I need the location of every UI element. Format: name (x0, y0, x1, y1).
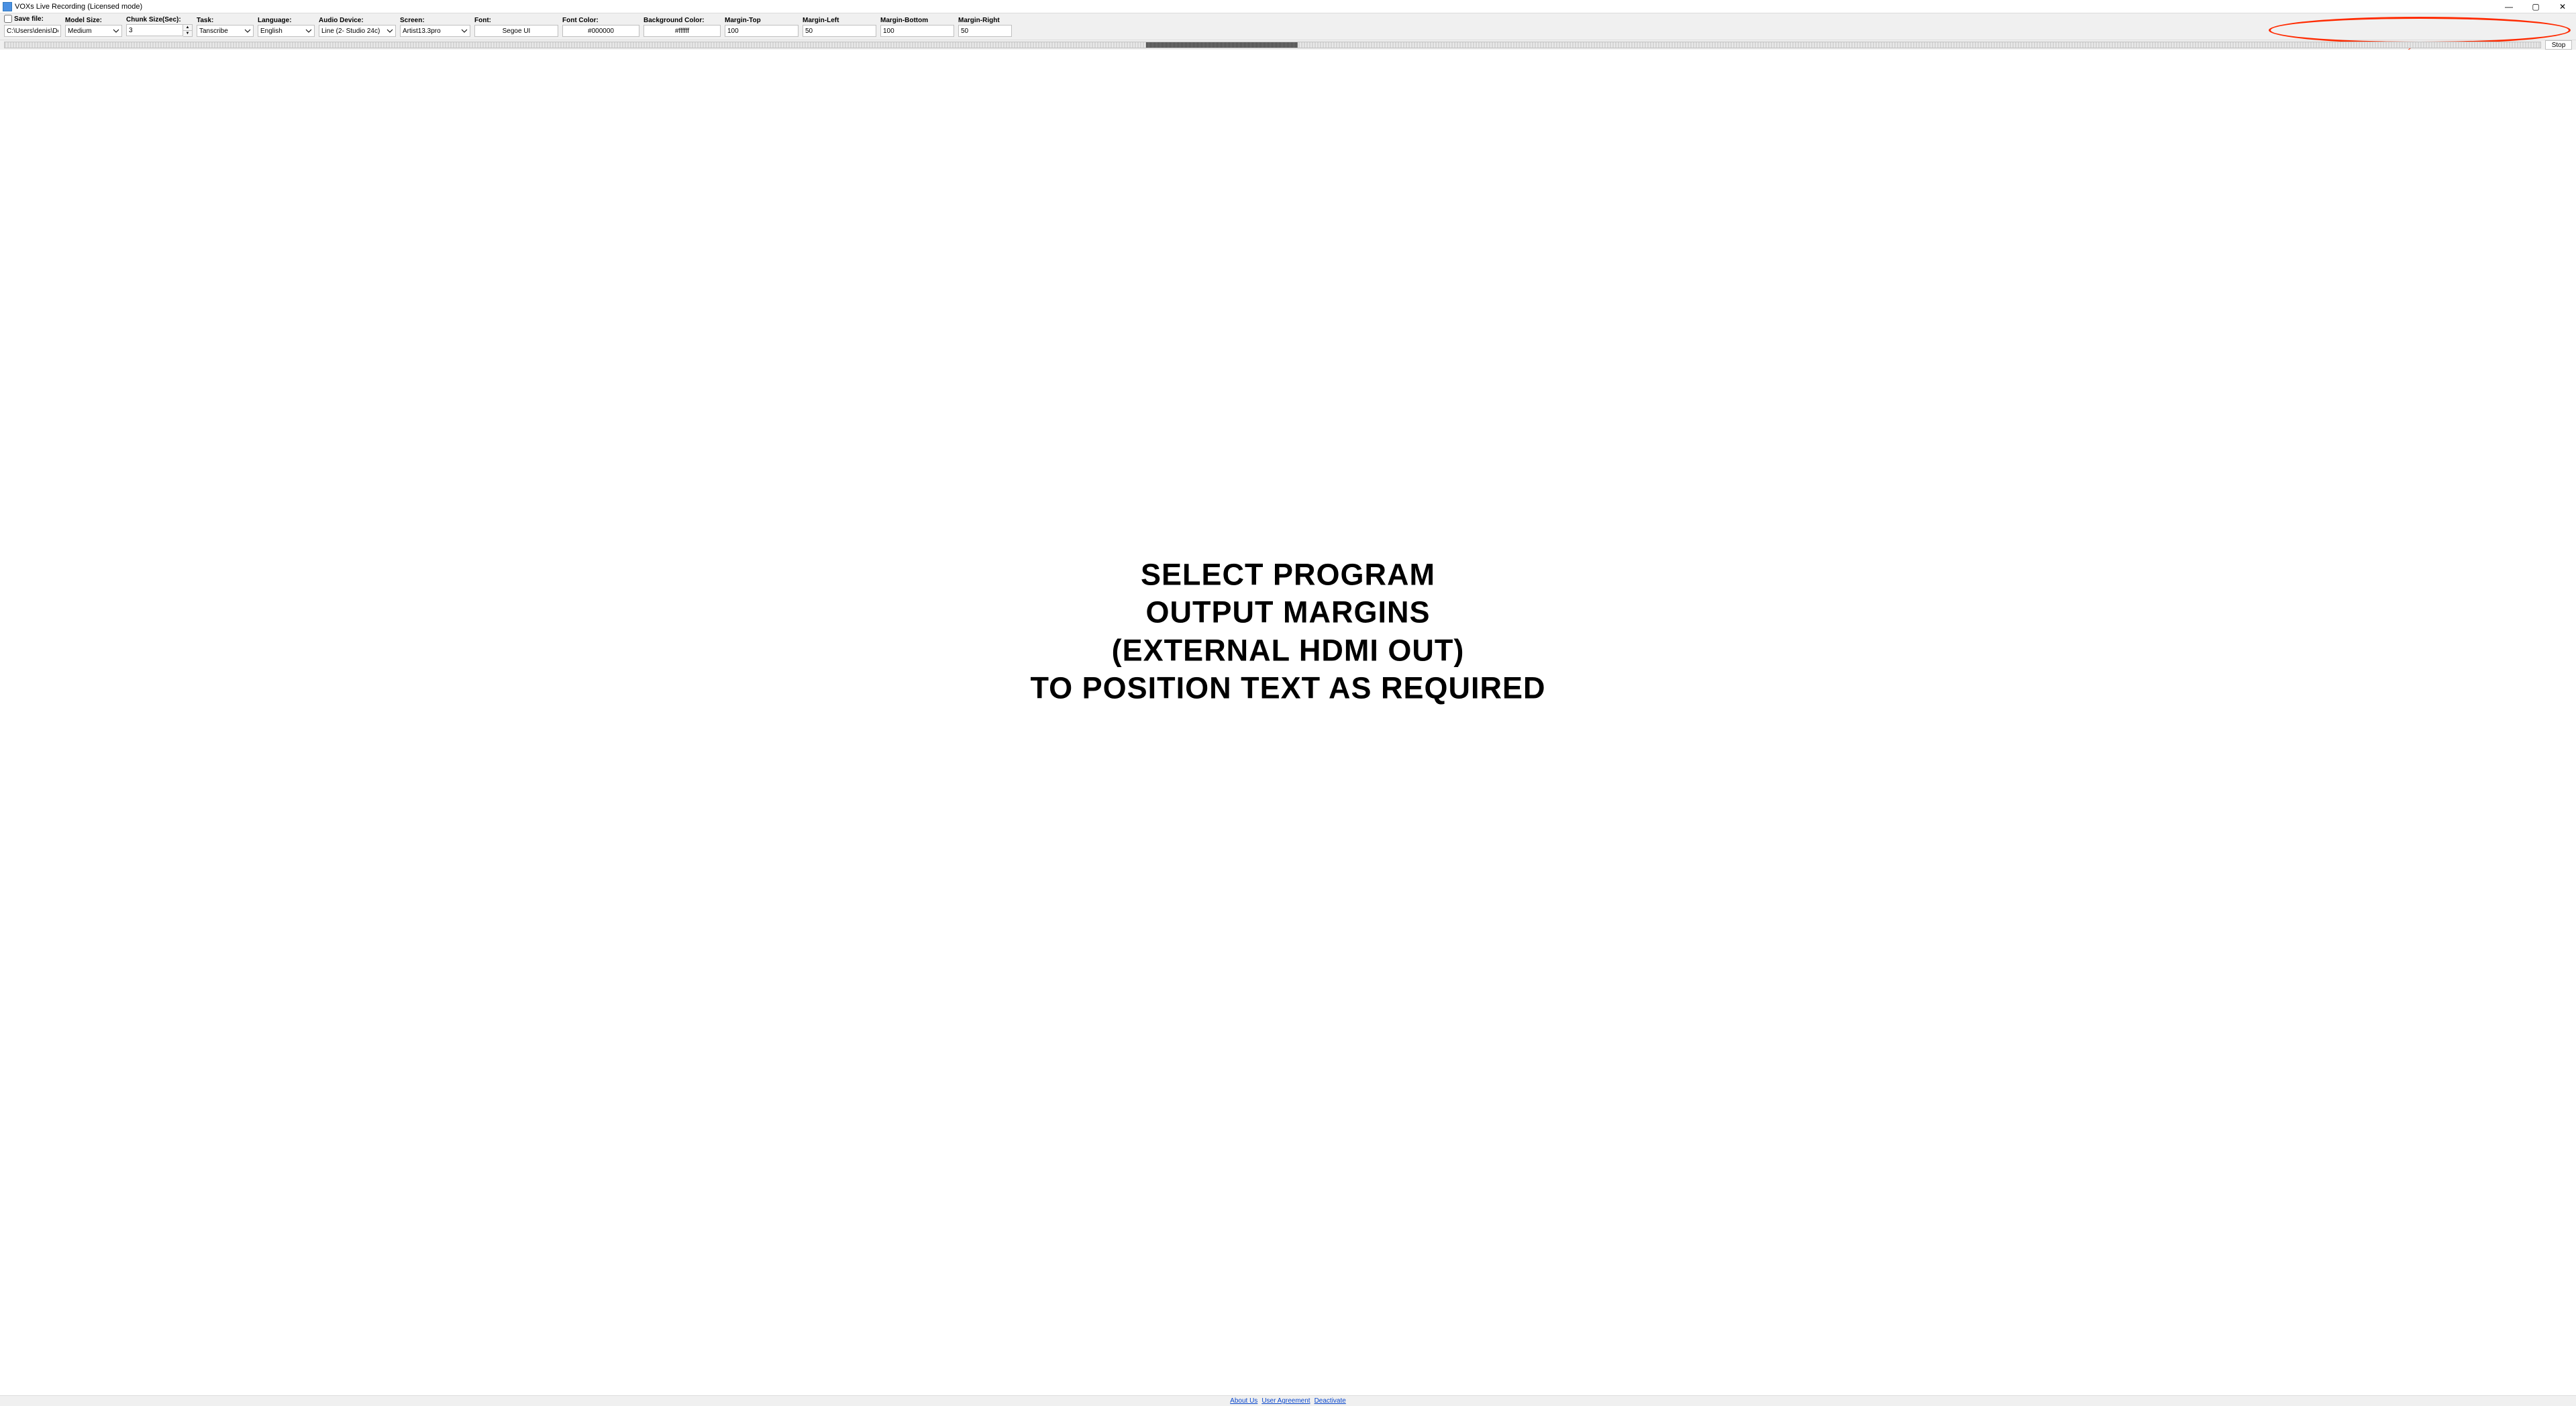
chunk-size-label: Chunk Size(Sec): (126, 16, 193, 23)
margin-left-field: Margin-Left (803, 17, 876, 37)
annotation-line-4: TO POSITION TEXT AS REQUIRED (1030, 669, 1545, 707)
background-color-input[interactable] (643, 25, 721, 37)
save-file-label: Save file: (14, 15, 44, 23)
language-select[interactable]: English (258, 25, 315, 37)
task-label: Task: (197, 17, 254, 24)
background-color-label: Background Color: (643, 17, 721, 24)
minimize-button[interactable]: — (2495, 0, 2522, 13)
language-field: Language: English (258, 17, 315, 37)
margin-top-label: Margin-Top (725, 17, 798, 24)
chunk-size-field: Chunk Size(Sec): ▲▼ (126, 16, 193, 37)
about-link[interactable]: About Us (1230, 1397, 1257, 1405)
close-button[interactable]: ✕ (2549, 0, 2576, 13)
audio-device-select[interactable]: Line (2- Studio 24c) (319, 25, 396, 37)
window-title: VOXs Live Recording (Licensed mode) (15, 3, 142, 11)
progress-row: Stop (0, 40, 2576, 50)
font-label: Font: (474, 17, 558, 24)
footer: About Us User Agreement Deactivate (0, 1395, 2576, 1406)
screen-select[interactable]: Artist13.3pro (400, 25, 470, 37)
model-size-select[interactable]: Medium (65, 25, 122, 37)
margin-top-input[interactable] (725, 25, 798, 37)
annotation-line-1: SELECT PROGRAM (1030, 556, 1545, 594)
titlebar: VOXs Live Recording (Licensed mode) — ▢ … (0, 0, 2576, 13)
screen-label: Screen: (400, 17, 470, 24)
chunk-size-spinner[interactable]: ▲▼ (183, 24, 193, 37)
audio-device-field: Audio Device: Line (2- Studio 24c) (319, 17, 396, 37)
background-color-field: Background Color: (643, 17, 721, 37)
save-file-checkbox[interactable] (4, 15, 12, 23)
user-agreement-link[interactable]: User Agreement (1261, 1397, 1310, 1405)
task-field: Task: Tanscribe (197, 17, 254, 37)
deactivate-link[interactable]: Deactivate (1315, 1397, 1346, 1405)
font-input[interactable] (474, 25, 558, 37)
language-label: Language: (258, 17, 315, 24)
save-file-field: Save file: (4, 15, 61, 37)
margin-left-input[interactable] (803, 25, 876, 37)
audio-device-label: Audio Device: (319, 17, 396, 24)
maximize-button[interactable]: ▢ (2522, 0, 2549, 13)
font-color-field: Font Color: (562, 17, 639, 37)
window-controls: — ▢ ✕ (2495, 0, 2576, 13)
margin-bottom-input[interactable] (880, 25, 954, 37)
annotation-text: SELECT PROGRAM OUTPUT MARGINS (EXTERNAL … (1030, 556, 1545, 707)
font-color-input[interactable] (562, 25, 639, 37)
margin-right-label: Margin-Right (958, 17, 1012, 24)
model-size-label: Model Size: (65, 17, 122, 24)
progress-bar (4, 42, 2541, 48)
settings-toolbar: Save file: Model Size: Medium Chunk Size… (0, 13, 2576, 40)
font-color-label: Font Color: (562, 17, 639, 24)
chunk-size-input[interactable] (126, 24, 183, 36)
margin-bottom-label: Margin-Bottom (880, 17, 954, 24)
margin-bottom-field: Margin-Bottom (880, 17, 954, 37)
task-select[interactable]: Tanscribe (197, 25, 254, 37)
progress-fill (1146, 42, 1298, 48)
margin-left-label: Margin-Left (803, 17, 876, 24)
app-icon (3, 2, 12, 11)
annotation-line-3: (EXTERNAL HDMI OUT) (1030, 632, 1545, 669)
screen-field: Screen: Artist13.3pro (400, 17, 470, 37)
margin-top-field: Margin-Top (725, 17, 798, 37)
model-size-field: Model Size: Medium (65, 17, 122, 37)
stop-button[interactable]: Stop (2545, 40, 2572, 50)
margin-right-input[interactable] (958, 25, 1012, 37)
font-field: Font: (474, 17, 558, 37)
output-canvas: SELECT PROGRAM OUTPUT MARGINS (EXTERNAL … (0, 50, 2576, 1395)
annotation-line-2: OUTPUT MARGINS (1030, 594, 1545, 632)
save-file-input[interactable] (4, 25, 61, 37)
margin-right-field: Margin-Right (958, 17, 1012, 37)
